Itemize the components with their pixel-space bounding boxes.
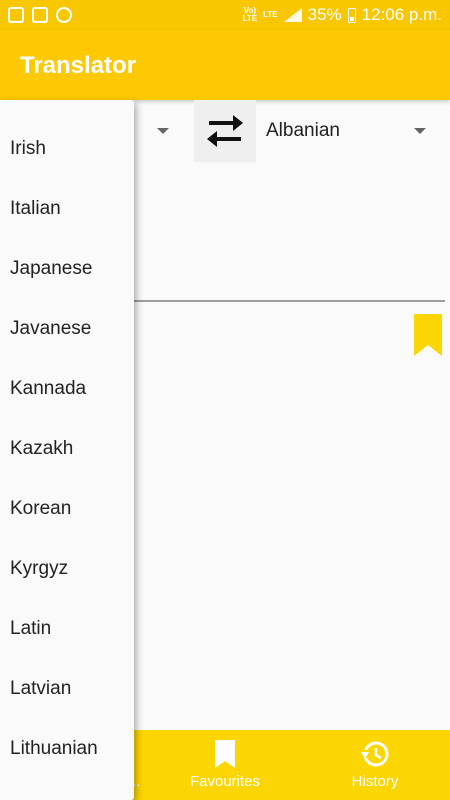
status-bar: Vo) LTE LTE 35% 12:06 p.m. [0,0,450,30]
add-favourite-button[interactable] [414,314,442,356]
clock: 12:06 p.m. [361,5,442,24]
dropdown-item-kannada[interactable]: Kannada [10,378,86,400]
dropdown-item-italian[interactable]: Italian [10,198,61,220]
chat-notification-icon [56,7,72,23]
bookmark-icon [414,314,442,356]
battery-percent: 35% [307,5,342,24]
target-language-dropdown-arrow-icon[interactable] [414,128,426,134]
dropdown-item-latvian[interactable]: Latvian [10,678,71,700]
signal-icon [283,8,302,22]
swap-arrows-icon [207,115,243,147]
history-icon [360,741,389,767]
dropdown-item-korean[interactable]: Korean [10,498,71,520]
dropdown-item-irish[interactable]: Irish [10,138,46,160]
dropdown-item-javanese[interactable]: Javanese [10,318,91,340]
volte-label-bottom: LTE [242,14,258,23]
language-dropdown-menu: Irish Italian Japanese Javanese Kannada … [0,100,134,800]
volte-indicator: Vo) LTE [243,7,258,23]
message-notification-icon [32,7,48,23]
nav-favourites-label: Favourites [189,773,261,790]
swap-languages-button[interactable] [194,100,256,162]
app-title: Translator [20,52,137,79]
network-type-label: LTE [263,10,278,19]
dropdown-item-kyrgyz[interactable]: Kyrgyz [10,558,68,580]
battery-icon [347,7,356,23]
status-right: Vo) LTE LTE 35% 12:06 p.m. [243,5,442,25]
favourites-bookmark-icon [215,740,235,768]
notification-icons [8,7,72,23]
source-language-dropdown-arrow-icon[interactable] [157,128,169,134]
dropdown-item-latin[interactable]: Latin [10,618,51,640]
app-bar: Translator [0,30,450,100]
dropdown-item-kazakh[interactable]: Kazakh [10,438,73,460]
nav-history[interactable]: History [330,730,420,800]
target-language-selector[interactable]: Albanian [266,120,340,142]
dropdown-item-japanese[interactable]: Japanese [10,258,92,280]
image-notification-icon [8,7,24,23]
dropdown-item-lithuanian[interactable]: Lithuanian [10,738,98,760]
nav-favourites[interactable]: Favourites [175,730,275,800]
nav-history-label: History [351,773,399,790]
